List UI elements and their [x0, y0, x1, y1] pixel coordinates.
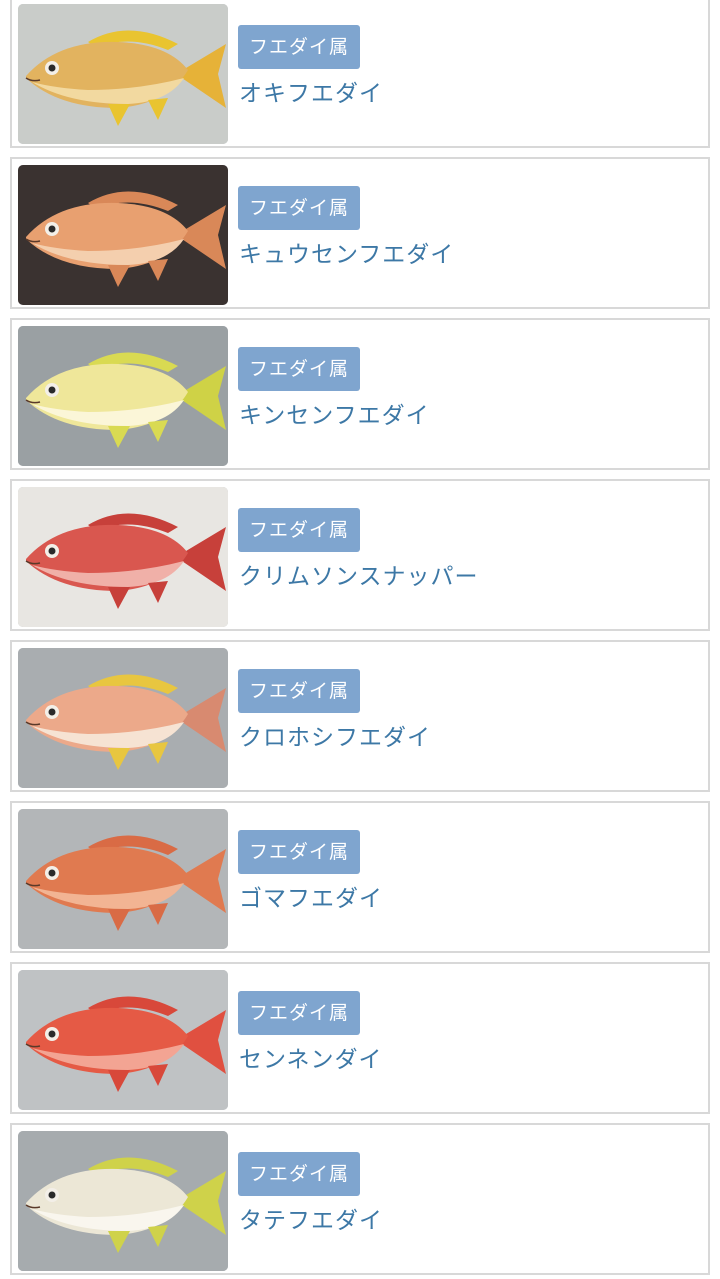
fish-name-link[interactable]: キンセンフエダイ — [239, 396, 430, 430]
fish-photo-sennendai — [18, 970, 228, 1110]
fish-photo-kurohoshifuedai — [18, 648, 228, 788]
genus-badge: フエダイ属 — [238, 669, 360, 713]
fish-thumbnail[interactable] — [18, 165, 228, 305]
genus-badge: フエダイ属 — [238, 347, 360, 391]
fish-name-link[interactable]: タテフエダイ — [239, 1201, 383, 1235]
fish-thumbnail[interactable] — [18, 809, 228, 949]
fish-thumbnail[interactable] — [18, 326, 228, 466]
fish-list-item[interactable]: フエダイ属クリムソンスナッパー — [10, 479, 710, 631]
fish-name-link[interactable]: ゴマフエダイ — [239, 879, 383, 913]
fish-photo-tatefuedai — [18, 1131, 228, 1271]
fish-list-item[interactable]: フエダイ属タテフエダイ — [10, 1123, 710, 1275]
fish-list-item[interactable]: フエダイ属キュウセンフエダイ — [10, 157, 710, 309]
fish-thumbnail[interactable] — [18, 487, 228, 627]
genus-badge: フエダイ属 — [238, 830, 360, 874]
fish-list-item[interactable]: フエダイ属センネンダイ — [10, 962, 710, 1114]
fish-name-link[interactable]: クロホシフエダイ — [239, 718, 431, 752]
fish-list-item[interactable]: フエダイ属ゴマフエダイ — [10, 801, 710, 953]
fish-list-item[interactable]: フエダイ属クロホシフエダイ — [10, 640, 710, 792]
genus-badge: フエダイ属 — [238, 1152, 360, 1196]
fish-name-link[interactable]: キュウセンフエダイ — [239, 235, 454, 269]
fish-photo-kyusenfuedai — [18, 165, 228, 305]
genus-badge: フエダイ属 — [238, 25, 360, 69]
fish-thumbnail[interactable] — [18, 648, 228, 788]
genus-badge: フエダイ属 — [238, 991, 360, 1035]
genus-badge: フエダイ属 — [238, 508, 360, 552]
fish-photo-kinsenfuedai — [18, 326, 228, 466]
fish-photo-crimson-snapper — [18, 487, 228, 627]
fish-list-item[interactable]: フエダイ属キンセンフエダイ — [10, 318, 710, 470]
fish-thumbnail[interactable] — [18, 4, 228, 144]
fish-name-link[interactable]: オキフエダイ — [239, 74, 383, 108]
fish-list-item[interactable]: フエダイ属オキフエダイ — [10, 0, 710, 148]
fish-thumbnail[interactable] — [18, 970, 228, 1110]
fish-photo-gomafuedai — [18, 809, 228, 949]
genus-badge: フエダイ属 — [238, 186, 360, 230]
fish-photo-okifuedai — [18, 4, 228, 144]
fish-name-link[interactable]: クリムソンスナッパー — [239, 557, 479, 591]
fish-name-link[interactable]: センネンダイ — [239, 1040, 383, 1074]
fish-thumbnail[interactable] — [18, 1131, 228, 1271]
